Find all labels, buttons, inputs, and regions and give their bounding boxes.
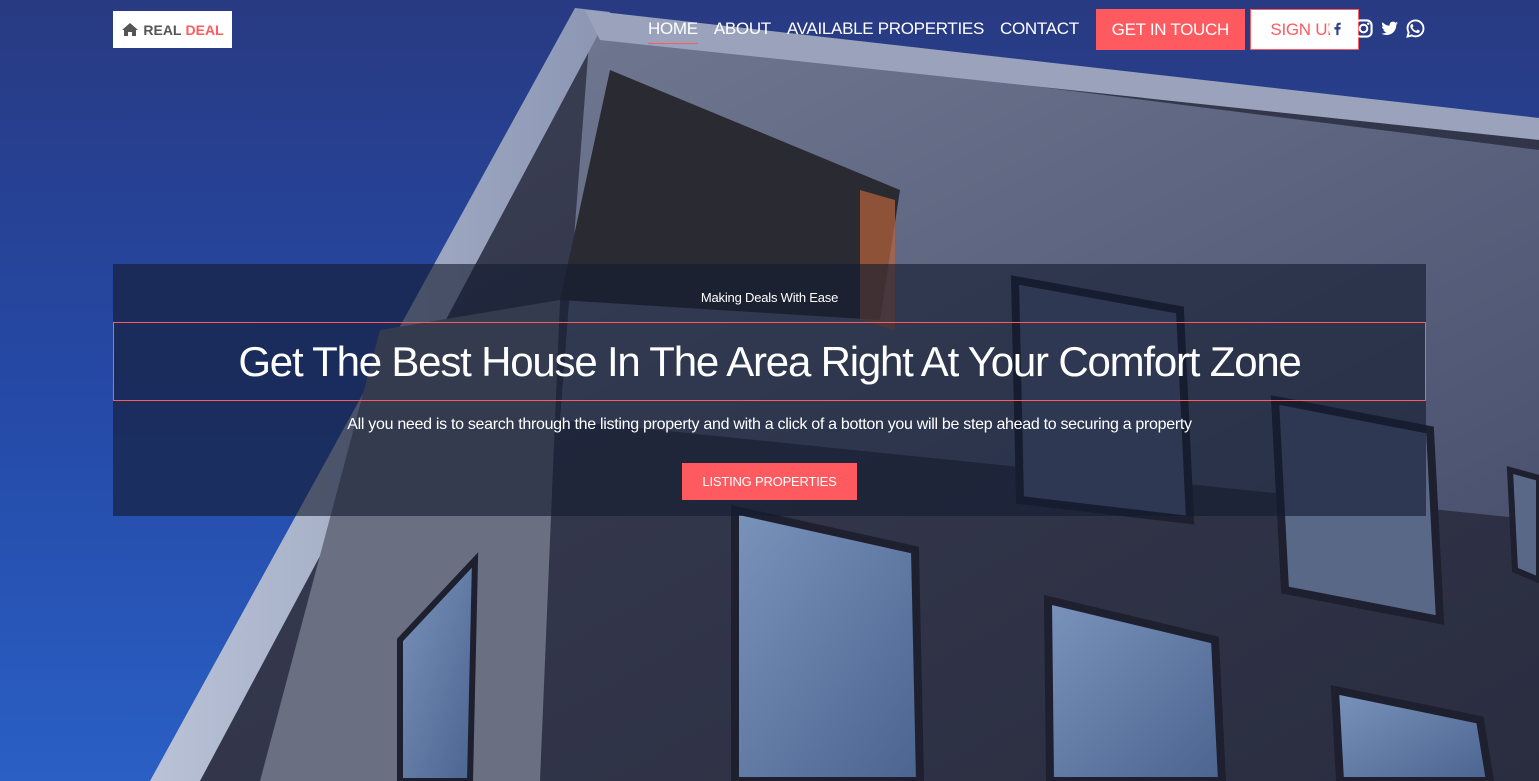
whatsapp-icon[interactable] xyxy=(1406,19,1425,38)
twitter-icon[interactable] xyxy=(1380,19,1399,38)
brand-logo[interactable]: REAL DEAL xyxy=(113,11,232,48)
nav-contact[interactable]: CONTACT xyxy=(1000,19,1079,41)
hero-card: Making Deals With Ease Get The Best Hous… xyxy=(113,264,1426,516)
facebook-icon[interactable] xyxy=(1328,19,1347,38)
brand-accent: DEAL xyxy=(185,21,224,38)
hero-title-box: Get The Best House In The Area Right At … xyxy=(113,322,1426,401)
hero-kicker: Making Deals With Ease xyxy=(700,290,839,305)
landing-page: REAL DEAL HOME ABOUT AVAILABLE PROPERTIE… xyxy=(0,0,1539,781)
brand-word: REAL xyxy=(143,21,182,38)
nav-home[interactable]: HOME xyxy=(648,19,698,44)
get-in-touch-button[interactable]: GET IN TOUCH xyxy=(1095,9,1245,50)
hero-title: Get The Best House In The Area Right At … xyxy=(238,337,1302,385)
home-icon xyxy=(121,22,139,37)
social-links xyxy=(1328,19,1425,38)
main-nav: HOME ABOUT AVAILABLE PROPERTIES CONTACT … xyxy=(640,9,1359,50)
listing-properties-button[interactable]: LISTING PROPERTIES xyxy=(682,463,857,500)
instagram-icon[interactable] xyxy=(1354,19,1373,38)
nav-about[interactable]: ABOUT xyxy=(714,19,771,41)
hero-description: All you need is to search through the li… xyxy=(347,416,1192,433)
nav-available-properties[interactable]: AVAILABLE PROPERTIES xyxy=(787,19,984,41)
